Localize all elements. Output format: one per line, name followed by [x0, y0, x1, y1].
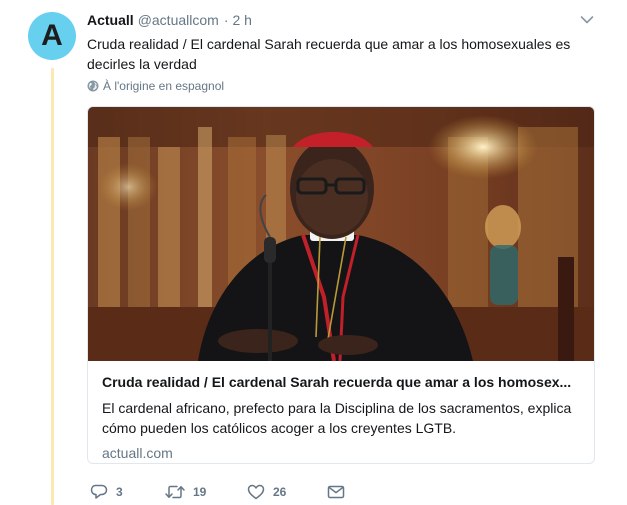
globe-icon [87, 80, 99, 92]
like-count: 26 [273, 485, 287, 499]
translate-label: À l'origine en espagnol [103, 79, 225, 93]
card-domain: actuall.com [102, 445, 173, 461]
reply-count: 3 [116, 485, 123, 499]
card-description: El cardenal africano, prefecto para la D… [102, 400, 572, 436]
tweet-header: Actuall @actuallcom · 2 h [87, 12, 597, 32]
avatar-letter: A [41, 19, 63, 52]
tweet-timestamp[interactable]: 2 h [233, 12, 252, 28]
author-name[interactable]: Actuall [87, 12, 134, 28]
card-body: Cruda realidad / El cardenal Sarah recue… [88, 361, 594, 463]
reply-button[interactable]: 3 [90, 484, 165, 500]
author-handle[interactable]: @actuallcom [138, 12, 219, 28]
link-card[interactable]: Cruda realidad / El cardenal Sarah recue… [87, 106, 595, 464]
like-button[interactable]: 26 [247, 484, 327, 500]
avatar[interactable]: A [28, 12, 76, 60]
direct-message-icon [327, 485, 345, 499]
thread-line [51, 68, 54, 505]
separator-dot: · [223, 12, 229, 28]
reply-icon [90, 484, 108, 499]
like-icon [247, 484, 265, 500]
retweet-icon [165, 485, 185, 499]
translate-link[interactable]: À l'origine en espagnol [87, 79, 224, 93]
direct-message-button[interactable] [327, 485, 345, 499]
retweet-count: 19 [193, 485, 207, 499]
tweet-text: Cruda realidad / El cardenal Sarah recue… [87, 36, 571, 72]
card-title[interactable]: Cruda realidad / El cardenal Sarah recue… [102, 373, 580, 392]
chevron-down-icon[interactable] [580, 15, 594, 25]
retweet-button[interactable]: 19 [165, 484, 247, 500]
card-image [88, 107, 594, 361]
tweet-actions: 3 19 26 [90, 484, 345, 500]
